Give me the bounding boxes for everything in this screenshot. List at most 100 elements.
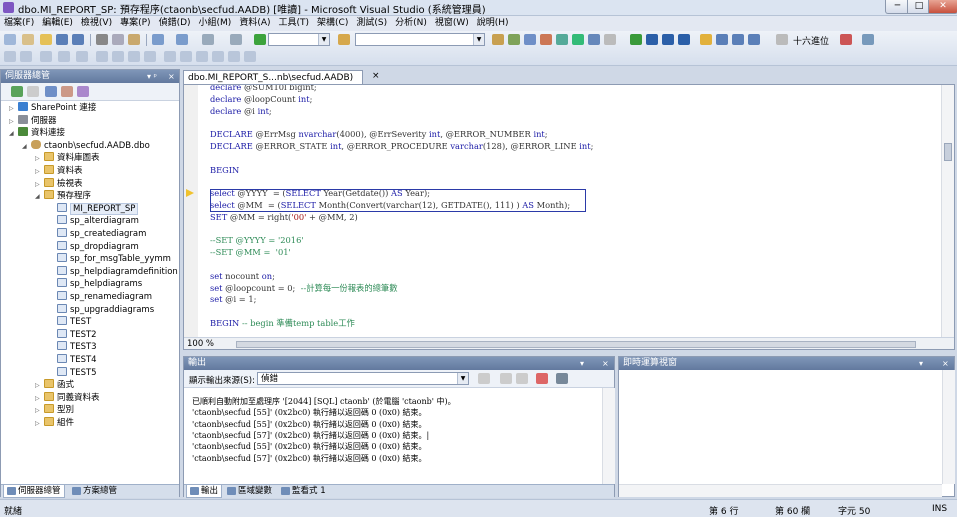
expand-icon[interactable]: ◢ bbox=[35, 191, 44, 203]
expand-icon[interactable]: ▷ bbox=[9, 116, 18, 128]
tree-item[interactable]: ▷ 組件 bbox=[35, 417, 74, 429]
navigate-back-icon[interactable] bbox=[202, 34, 214, 45]
tree-item[interactable]: sp_helpdiagramdefinition bbox=[48, 265, 178, 278]
expand-icon[interactable]: ◢ bbox=[9, 128, 18, 140]
step-out-icon[interactable] bbox=[748, 34, 760, 45]
clear-bookmarks-icon[interactable] bbox=[244, 51, 256, 62]
close-icon[interactable]: × bbox=[942, 357, 949, 370]
open-folder-icon[interactable] bbox=[40, 34, 52, 45]
menu-item[interactable]: 偵錯(D) bbox=[155, 16, 195, 31]
pin-icon[interactable]: ▾ bbox=[919, 357, 923, 370]
menu-item[interactable]: 說明(H) bbox=[473, 16, 513, 31]
tool-icon-4[interactable] bbox=[540, 34, 552, 45]
menu-item[interactable]: 專案(P) bbox=[116, 16, 154, 31]
code-line[interactable]: set nocount on; bbox=[210, 271, 275, 282]
increase-indent-icon[interactable] bbox=[112, 51, 124, 62]
restart-icon[interactable] bbox=[678, 34, 690, 45]
tool-icon-6[interactable] bbox=[572, 34, 584, 45]
prev-bookmark-folder-icon[interactable] bbox=[212, 51, 224, 62]
decrease-indent-icon[interactable] bbox=[96, 51, 108, 62]
navigate-forward-icon[interactable] bbox=[230, 34, 242, 45]
menu-item[interactable]: 編輯(E) bbox=[38, 16, 77, 31]
code-line[interactable]: DECLARE @ERROR_STATE int, @ERROR_PROCEDU… bbox=[210, 141, 593, 152]
paste-icon[interactable] bbox=[128, 34, 140, 45]
tree-item[interactable]: ▷ 資料庫圖表 bbox=[35, 152, 100, 164]
redo-icon[interactable] bbox=[176, 34, 188, 45]
comment-out-icon[interactable] bbox=[128, 51, 140, 62]
tree-item[interactable]: ▷ 型別 bbox=[35, 404, 74, 416]
hex-display-icon[interactable] bbox=[776, 34, 788, 45]
text-editor-tool-3[interactable] bbox=[40, 51, 52, 62]
code-line[interactable]: BEGIN bbox=[210, 165, 239, 176]
close-icon[interactable]: × bbox=[168, 70, 175, 83]
tree-item[interactable]: ▷ 伺服器 bbox=[9, 114, 57, 128]
tab-solution-explorer[interactable]: 方案總管 bbox=[69, 485, 120, 497]
menu-item[interactable]: 檔案(F) bbox=[0, 16, 38, 31]
tree-item[interactable]: MI_REPORT_SP bbox=[48, 202, 139, 215]
next-bookmark-folder-icon[interactable] bbox=[228, 51, 240, 62]
immediate-vertical-scrollbar[interactable] bbox=[942, 370, 955, 484]
code-line[interactable]: set @i = 1; bbox=[210, 294, 256, 305]
save-all-icon[interactable] bbox=[72, 34, 84, 45]
tree-item[interactable]: TEST4 bbox=[48, 354, 97, 366]
tool-icon-1[interactable] bbox=[492, 34, 504, 45]
tree-item[interactable]: TEST bbox=[48, 316, 91, 328]
tool-icon-7[interactable] bbox=[588, 34, 600, 45]
solution-config-combo[interactable]: ▼ bbox=[268, 33, 330, 46]
find-combo[interactable]: ▼ bbox=[355, 33, 485, 46]
pin-icon[interactable]: ▾ ᵖ bbox=[147, 70, 157, 83]
close-tab-icon[interactable]: × bbox=[372, 71, 380, 81]
expand-icon[interactable]: ▷ bbox=[35, 166, 44, 178]
menu-item[interactable]: 資料(A) bbox=[235, 16, 274, 31]
code-line[interactable]: BEGIN -- begin 準備temp table工作 bbox=[210, 318, 355, 329]
continue-icon[interactable] bbox=[630, 34, 642, 45]
add-item-icon[interactable] bbox=[22, 34, 34, 45]
tab-watch-1[interactable]: 監看式 1 bbox=[278, 485, 329, 497]
code-line[interactable]: SET @MM = right('00' + @MM, 2) bbox=[210, 212, 358, 223]
expand-icon[interactable]: ▷ bbox=[35, 418, 44, 430]
copy-icon[interactable] bbox=[112, 34, 124, 45]
tool-icon-3[interactable] bbox=[524, 34, 536, 45]
expand-icon[interactable]: ▷ bbox=[35, 393, 44, 405]
tree-item[interactable]: sp_dropdiagram bbox=[48, 240, 139, 253]
tab-locals[interactable]: 區域變數 bbox=[224, 485, 275, 497]
expand-icon[interactable]: ◢ bbox=[22, 141, 31, 153]
next-bookmark-icon[interactable] bbox=[196, 51, 208, 62]
expand-icon[interactable]: ▷ bbox=[35, 153, 44, 165]
tree-item[interactable]: sp_upgraddiagrams bbox=[48, 303, 154, 316]
tree-item[interactable]: sp_for_msgTable_yymm bbox=[48, 253, 171, 265]
menu-item[interactable]: 分析(N) bbox=[391, 16, 431, 31]
tree-item[interactable]: sp_helpdiagrams bbox=[48, 278, 142, 290]
stop-debugging-icon[interactable] bbox=[662, 34, 674, 45]
tool-icon-8[interactable] bbox=[604, 34, 616, 45]
start-debugging-icon[interactable] bbox=[254, 34, 266, 45]
tree-item[interactable]: ▷ 資料表 bbox=[35, 165, 83, 177]
scroll-thumb[interactable] bbox=[944, 143, 952, 161]
pin-icon[interactable]: ▾ bbox=[580, 357, 584, 370]
editor-tab[interactable]: dbo.MI_REPORT_S...nb\secfud.AADB) bbox=[183, 70, 363, 84]
text-editor-tool-4[interactable] bbox=[58, 51, 70, 62]
clear-all-icon[interactable] bbox=[536, 373, 548, 384]
code-editor[interactable]: declare @SUM10l bigint; declare @loopCoun… bbox=[183, 84, 955, 350]
editor-vertical-scrollbar[interactable] bbox=[941, 85, 954, 337]
stop-refresh-icon[interactable] bbox=[27, 86, 39, 97]
next-message-icon[interactable] bbox=[516, 373, 528, 384]
output-source-select[interactable]: 偵錯 ▼ bbox=[257, 372, 469, 385]
close-icon[interactable]: × bbox=[602, 357, 609, 370]
tree-item[interactable]: sp_renamediagram bbox=[48, 291, 152, 303]
code-line[interactable]: --SET @MM = '01' bbox=[210, 247, 291, 258]
text-editor-tool-2[interactable] bbox=[20, 51, 32, 62]
breakpoints-icon[interactable] bbox=[840, 34, 852, 45]
menu-item[interactable]: 視窗(W) bbox=[431, 16, 473, 31]
find-in-files-icon[interactable] bbox=[338, 34, 350, 45]
tree-item[interactable]: ▷ 檢視表 bbox=[35, 177, 83, 190]
tree-item[interactable]: sp_alterdiagram bbox=[48, 215, 139, 227]
text-editor-tool-5[interactable] bbox=[76, 51, 88, 62]
immediate-horizontal-scrollbar[interactable] bbox=[619, 484, 942, 497]
expand-icon[interactable]: ▷ bbox=[35, 380, 44, 392]
tree-item[interactable]: ◢ 資料連接 bbox=[9, 127, 65, 139]
uncomment-icon[interactable] bbox=[144, 51, 156, 62]
code-line[interactable]: DECLARE @ErrMsg nvarchar(4000), @ErrSeve… bbox=[210, 129, 548, 140]
toggle-word-wrap-icon[interactable] bbox=[556, 373, 568, 384]
menu-item[interactable]: 檢視(V) bbox=[77, 16, 116, 31]
